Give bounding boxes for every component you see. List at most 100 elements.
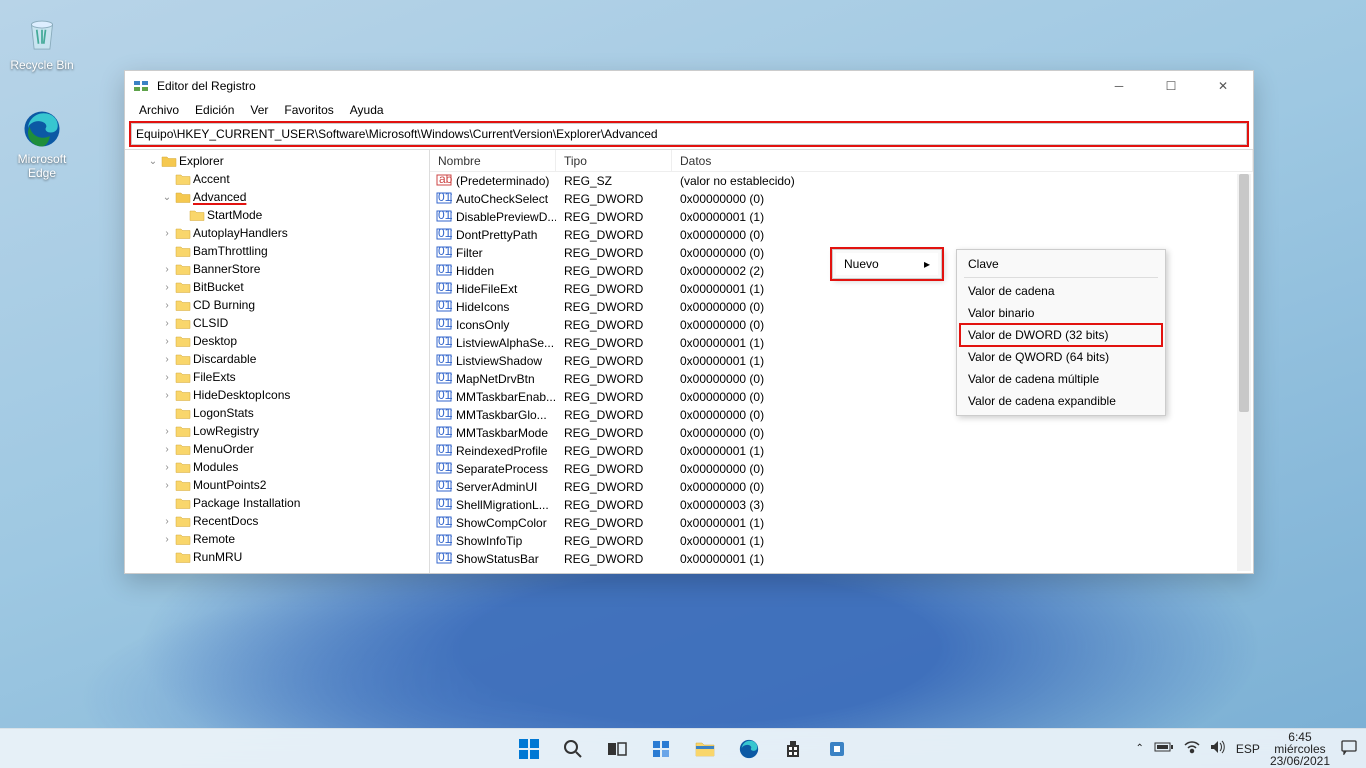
registry-value-row[interactable]: 011ShowCompColorREG_DWORD0x00000001 (1) — [430, 514, 1253, 532]
registry-value-row[interactable]: 011MMTaskbarModeREG_DWORD0x00000000 (0) — [430, 424, 1253, 442]
registry-value-row[interactable]: 011ReindexedProfileREG_DWORD0x00000001 (… — [430, 442, 1253, 460]
value-data: 0x00000000 (0) — [672, 462, 1253, 476]
tree-item[interactable]: Package Installation — [125, 494, 429, 512]
explorer-button[interactable] — [686, 731, 724, 767]
chevron-icon[interactable]: › — [161, 354, 173, 365]
menu-item-dword[interactable]: Valor de DWORD (32 bits) — [960, 324, 1162, 346]
address-bar[interactable]: Equipo\HKEY_CURRENT_USER\Software\Micros… — [131, 123, 1247, 145]
chevron-icon[interactable]: › — [161, 534, 173, 545]
tree-item[interactable]: ⌄Advanced — [125, 188, 429, 206]
menu-item-binario[interactable]: Valor binario — [960, 302, 1162, 324]
menu-edicion[interactable]: Edición — [187, 101, 242, 123]
tray-notifications-icon[interactable] — [1340, 739, 1358, 758]
scrollbar[interactable] — [1237, 174, 1251, 571]
tree-item[interactable]: LogonStats — [125, 404, 429, 422]
minimize-button[interactable]: ─ — [1097, 71, 1141, 101]
chevron-icon[interactable]: › — [161, 264, 173, 275]
chevron-icon[interactable]: › — [161, 480, 173, 491]
store-button[interactable] — [774, 731, 812, 767]
value-type: REG_DWORD — [556, 264, 672, 278]
taskview-button[interactable] — [598, 731, 636, 767]
value-type: REG_DWORD — [556, 228, 672, 242]
chevron-icon[interactable]: › — [161, 282, 173, 293]
col-nombre[interactable]: Nombre — [430, 150, 556, 171]
chevron-icon[interactable]: › — [161, 372, 173, 383]
tree-item[interactable]: ›BannerStore — [125, 260, 429, 278]
registry-value-row[interactable]: 011ShowInfoTipREG_DWORD0x00000001 (1) — [430, 532, 1253, 550]
menu-ayuda[interactable]: Ayuda — [342, 101, 392, 123]
col-datos[interactable]: Datos — [672, 150, 1253, 171]
registry-value-row[interactable]: 011ShowStatusBarREG_DWORD0x00000001 (1) — [430, 550, 1253, 568]
tree-item[interactable]: Accent — [125, 170, 429, 188]
tree-item[interactable]: ›CD Burning — [125, 296, 429, 314]
registry-value-row[interactable]: 011SeparateProcessREG_DWORD0x00000000 (0… — [430, 460, 1253, 478]
registry-value-row[interactable]: 011DisablePreviewD...REG_DWORD0x00000001… — [430, 208, 1253, 226]
tray-clock[interactable]: 6:45 miércoles 23/06/2021 — [1270, 731, 1330, 767]
tree-item[interactable]: ›AutoplayHandlers — [125, 224, 429, 242]
app-button[interactable] — [818, 731, 856, 767]
tree-item[interactable]: ›MenuOrder — [125, 440, 429, 458]
chevron-icon[interactable]: › — [161, 390, 173, 401]
tree-item[interactable]: ›HideDesktopIcons — [125, 386, 429, 404]
menu-item-clave[interactable]: Clave — [960, 253, 1162, 275]
edge-button[interactable] — [730, 731, 768, 767]
titlebar[interactable]: Editor del Registro ─ ☐ ✕ — [125, 71, 1253, 101]
registry-value-row[interactable]: ab(Predeterminado)REG_SZ(valor no establ… — [430, 172, 1253, 190]
tree-item[interactable]: ⌄Explorer — [125, 152, 429, 170]
svg-text:011: 011 — [438, 299, 452, 312]
tray-language[interactable]: ESP — [1236, 742, 1260, 756]
value-name: MMTaskbarMode — [456, 426, 548, 440]
tree-item[interactable]: ›Remote — [125, 530, 429, 548]
chevron-icon[interactable]: › — [161, 228, 173, 239]
tree-item[interactable]: ›Discardable — [125, 350, 429, 368]
menu-ver[interactable]: Ver — [242, 101, 276, 123]
tree-item[interactable]: StartMode — [125, 206, 429, 224]
svg-text:011: 011 — [438, 479, 452, 492]
chevron-icon[interactable]: › — [161, 462, 173, 473]
start-button[interactable] — [510, 731, 548, 767]
menu-archivo[interactable]: Archivo — [131, 101, 187, 123]
menu-item-nuevo[interactable]: Nuevo ▸ — [836, 253, 938, 275]
tray-battery-icon[interactable] — [1154, 741, 1174, 756]
chevron-icon[interactable]: ⌄ — [161, 192, 173, 203]
tree-item[interactable]: ›BitBucket — [125, 278, 429, 296]
chevron-icon[interactable]: › — [161, 516, 173, 527]
tray-volume-icon[interactable] — [1210, 740, 1226, 757]
tree-item[interactable]: BamThrottling — [125, 242, 429, 260]
search-button[interactable] — [554, 731, 592, 767]
chevron-icon[interactable]: › — [161, 318, 173, 329]
maximize-button[interactable]: ☐ — [1149, 71, 1193, 101]
tree-item[interactable]: ›CLSID — [125, 314, 429, 332]
tree-item[interactable]: ›Desktop — [125, 332, 429, 350]
desktop-icon-edge[interactable]: Microsoft Edge — [6, 108, 78, 180]
tray-wifi-icon[interactable] — [1184, 740, 1200, 757]
chevron-icon[interactable]: ⌄ — [147, 156, 159, 167]
chevron-icon[interactable]: › — [161, 444, 173, 455]
tray-chevron-icon[interactable]: ⌃ — [1136, 743, 1144, 754]
chevron-icon[interactable]: › — [161, 300, 173, 311]
svg-text:011: 011 — [438, 191, 452, 204]
value-name: ListviewShadow — [456, 354, 542, 368]
registry-value-row[interactable]: 011ShellMigrationL...REG_DWORD0x00000003… — [430, 496, 1253, 514]
registry-value-row[interactable]: 011ServerAdminUIREG_DWORD0x00000000 (0) — [430, 478, 1253, 496]
registry-value-row[interactable]: 011AutoCheckSelectREG_DWORD0x00000000 (0… — [430, 190, 1253, 208]
menu-item-expand[interactable]: Valor de cadena expandible — [960, 390, 1162, 412]
tree-item[interactable]: ›MountPoints2 — [125, 476, 429, 494]
registry-value-row[interactable]: 011DontPrettyPathREG_DWORD0x00000000 (0) — [430, 226, 1253, 244]
chevron-icon[interactable]: › — [161, 336, 173, 347]
tree-pane[interactable]: ⌄ExplorerAccent⌄AdvancedStartMode›Autopl… — [125, 150, 430, 573]
tree-item[interactable]: ›FileExts — [125, 368, 429, 386]
chevron-icon[interactable]: › — [161, 426, 173, 437]
close-button[interactable]: ✕ — [1201, 71, 1245, 101]
tree-item[interactable]: ›Modules — [125, 458, 429, 476]
menu-favoritos[interactable]: Favoritos — [276, 101, 341, 123]
desktop-icon-recycle-bin[interactable]: Recycle Bin — [6, 14, 78, 72]
tree-item[interactable]: ›LowRegistry — [125, 422, 429, 440]
tree-item[interactable]: RunMRU — [125, 548, 429, 566]
col-tipo[interactable]: Tipo — [556, 150, 672, 171]
menu-item-cadena[interactable]: Valor de cadena — [960, 280, 1162, 302]
widgets-button[interactable] — [642, 731, 680, 767]
menu-item-qword[interactable]: Valor de QWORD (64 bits) — [960, 346, 1162, 368]
menu-item-multi[interactable]: Valor de cadena múltiple — [960, 368, 1162, 390]
tree-item[interactable]: ›RecentDocs — [125, 512, 429, 530]
